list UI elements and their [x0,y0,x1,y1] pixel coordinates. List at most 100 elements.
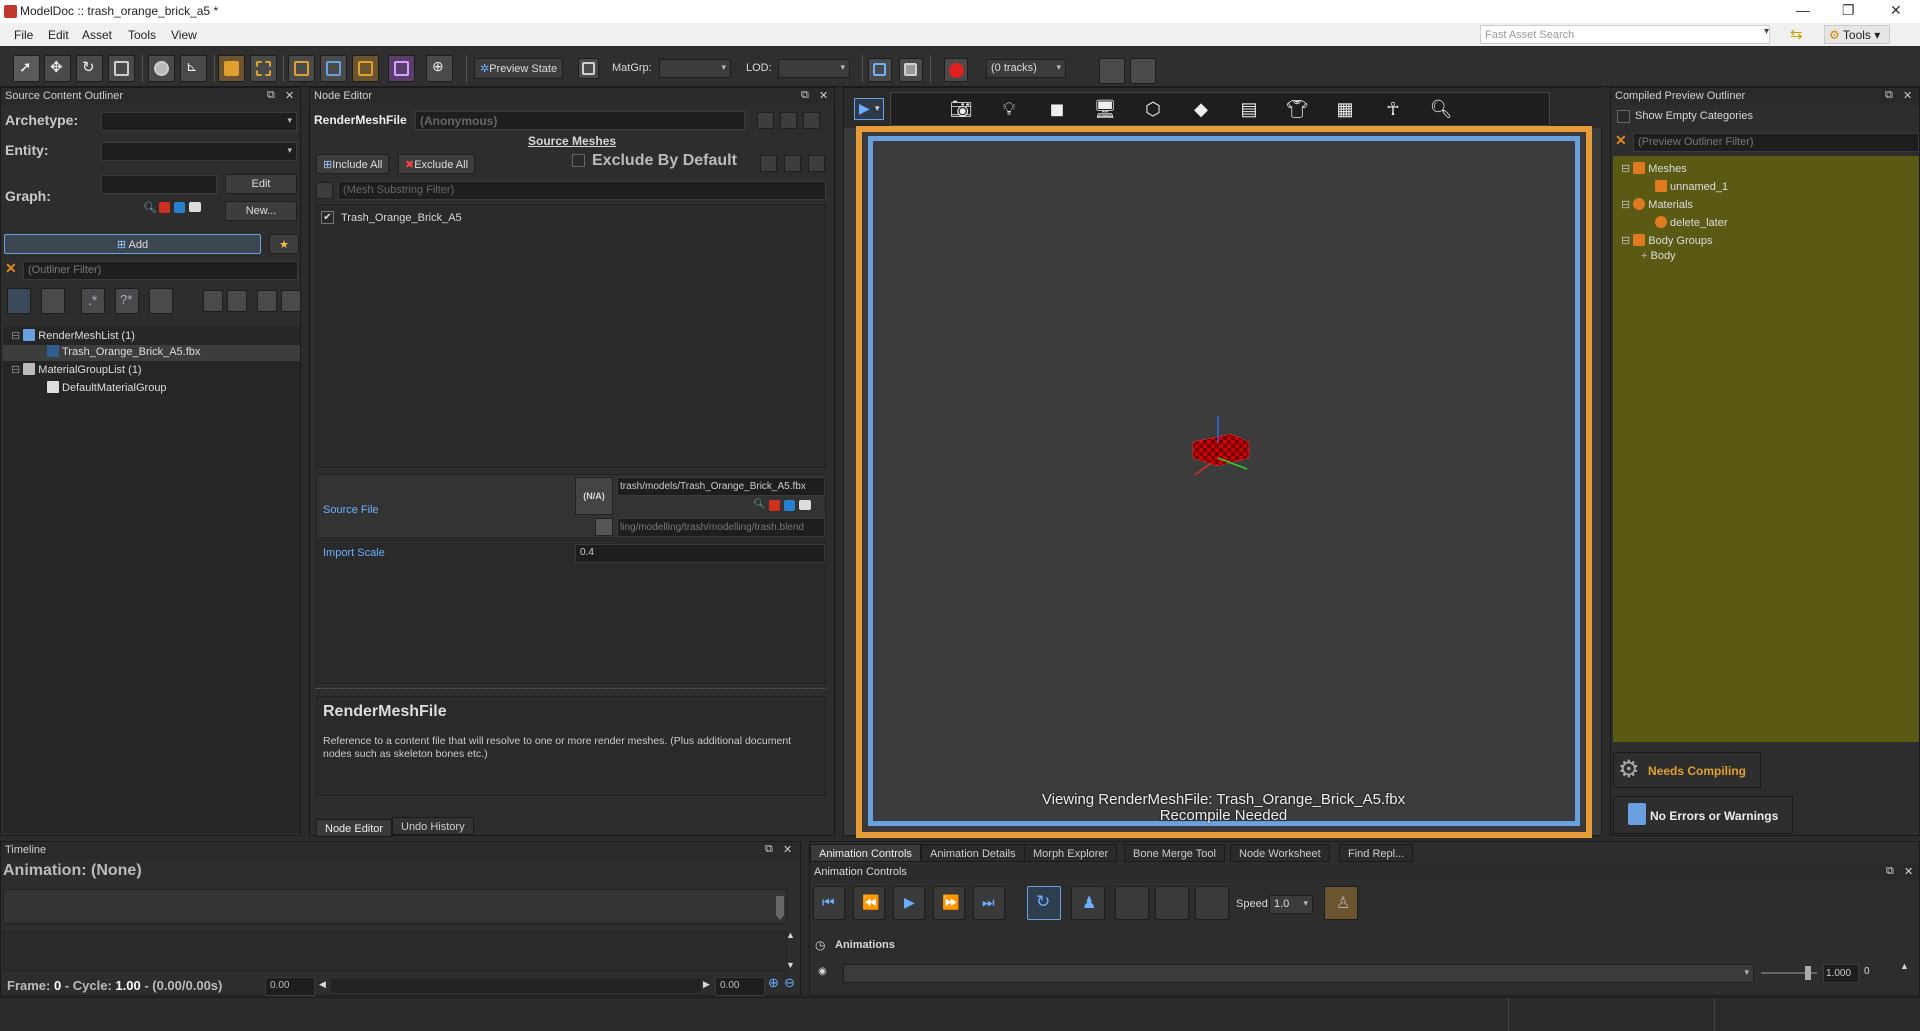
go-to-start-button[interactable]: ⏮ [813,886,845,920]
pose-button-2[interactable] [1155,886,1189,920]
tree-item-materialgrouplist[interactable]: ⊟ MaterialGroupList (1) [11,363,142,379]
refresh-icon[interactable] [808,155,825,172]
clear-filter-icon[interactable]: ✕ [5,260,17,277]
pivot-button[interactable]: ⊕ [426,55,453,82]
duplicate-icon[interactable] [803,112,820,129]
step-back-button[interactable]: ⏪ [853,886,885,920]
speed-select[interactable]: 1.0 ▾ [1269,895,1313,914]
close-icon[interactable]: ✕ [783,843,792,856]
search-icon[interactable]: 🔍︎ [753,499,766,511]
tab-node-worksheet[interactable]: Node Worksheet [1230,844,1330,862]
monitor-icon[interactable]: 🖥︎ [1092,96,1118,122]
scroll-left-icon[interactable]: ◀ [319,979,326,990]
swap-icon[interactable]: ⇆ [1790,25,1803,43]
root-motion-button[interactable]: ♟ [1071,886,1105,920]
tree-item-meshes[interactable]: ⊟ Meshes [1621,162,1687,178]
document-icon[interactable]: ▤ [1236,96,1262,122]
chevron-down-icon[interactable]: ▾ [1764,26,1769,37]
move-tool-button[interactable]: ✥ [44,55,71,82]
list-view-icon[interactable] [780,112,797,129]
needs-compiling-button[interactable]: ⚙ Needs Compiling [1613,752,1761,788]
close-icon[interactable]: ✕ [1890,2,1902,19]
pose-mode-button[interactable]: ♙ [1324,886,1358,920]
tab-undo-history[interactable]: Undo History [392,817,474,835]
weight-input[interactable]: 1.000 [1823,964,1859,983]
source-file-path[interactable]: trash/models/Trash_Orange_Brick_A5.fbx [617,477,825,496]
restore-icon[interactable]: ❐ [1842,2,1855,19]
end-time-input[interactable]: 0.00 [715,977,765,996]
tree-item-rendermeshlist[interactable]: ⊟ RenderMeshList (1) [11,329,135,345]
animation-select[interactable]: ▾ [843,964,1754,983]
mesh-substring-filter-input[interactable]: (Mesh Substring Filter) [338,181,826,200]
include-all-button[interactable]: ⊞Include All [316,154,390,174]
wildcard-button[interactable]: .* [81,288,105,314]
splitter-handle[interactable] [316,688,826,692]
menu-tools[interactable]: Tools [128,28,156,42]
exclude-all-button[interactable]: ✖Exclude All [398,154,476,174]
float-icon[interactable]: ⧉ [1885,89,1893,102]
minimize-icon[interactable]: — [1796,2,1810,18]
camera-icon[interactable]: 📷︎ [948,96,974,122]
float-icon[interactable]: ⧉ [267,89,275,102]
tree-item-unnamed-1[interactable]: unnamed_1 [1655,180,1728,196]
errors-warnings-button[interactable]: No Errors or Warnings [1613,796,1793,834]
tab-animation-controls[interactable]: Animation Controls [810,844,921,862]
list-button[interactable] [149,288,173,314]
scroll-right-icon[interactable]: ▶ [703,979,710,990]
light-icon[interactable]: 💡︎ [996,96,1022,122]
lod-select[interactable]: ▾ [778,59,850,78]
close-icon[interactable]: ✕ [1903,89,1912,102]
favorite-button[interactable]: ★ [269,234,299,254]
close-icon[interactable]: ✕ [285,89,294,102]
outliner-filter-input[interactable]: (Outliner Filter) [23,261,298,280]
play-button[interactable]: ▶ [893,886,925,920]
float-icon[interactable]: ⧉ [765,843,773,856]
grid-eye-icon[interactable]: ▦ [1332,96,1358,122]
scroll-down-icon[interactable]: ▼ [786,960,795,970]
tree-item-delete-later[interactable]: delete_later [1655,216,1728,232]
tree-item-body-groups[interactable]: ⊟ Body Groups [1621,234,1712,250]
grid-toggle-button[interactable] [288,55,315,82]
menu-file[interactable]: File [14,28,33,42]
preview-outliner-filter-input[interactable]: (Preview Outliner Filter) [1633,133,1919,152]
toolbar-empty-button-1[interactable] [1099,58,1125,84]
start-time-input[interactable]: 0.00 [265,977,315,996]
tree-item-defaultmaterialgroup[interactable]: DefaultMaterialGroup [47,381,167,397]
graph-field[interactable] [101,175,217,194]
timeline-track[interactable] [3,889,787,924]
zoom-out-icon[interactable]: ⊖ [784,975,795,991]
tab-find-replace[interactable]: Find Repl... [1339,844,1414,862]
zoom-icon[interactable]: 🔍︎ [1428,96,1454,122]
material-group-button[interactable] [578,58,599,79]
tab-bone-merge-tool[interactable]: Bone Merge Tool [1124,844,1225,862]
step-forward-button[interactable]: ⏩ [933,886,965,920]
tab-node-editor[interactable]: Node Editor [316,819,393,837]
entity-select[interactable]: ▾ [101,142,297,161]
menu-asset[interactable]: Asset [82,28,112,42]
scroll-up-icon[interactable]: ▲ [786,930,795,940]
snap-button[interactable] [250,55,277,82]
filter-arrow-icon[interactable] [316,182,333,199]
add-button[interactable]: ⊞ Add [4,234,261,254]
exclude-by-default-checkbox[interactable] [572,154,585,167]
columns-button[interactable] [227,290,247,312]
playhead-marker[interactable] [776,896,784,920]
radio-icon[interactable]: ◉ [818,966,827,977]
new-file-icon[interactable] [757,112,774,129]
folder-icon[interactable] [189,202,201,212]
hierarchy-button[interactable] [7,288,31,314]
timeline-keys-area[interactable] [3,931,787,971]
cube-icon[interactable]: ⬡ [1140,96,1166,122]
open-icon[interactable] [784,500,795,511]
tree-button[interactable] [41,288,65,314]
object-mode-button[interactable] [148,55,175,82]
shirt-icon[interactable]: 👕︎ [1284,96,1310,122]
tracks-select[interactable]: (0 tracks) ▾ [986,59,1066,78]
mesh-checkbox[interactable]: ✔ [321,211,334,224]
collapse-all-button[interactable] [257,290,277,312]
close-icon[interactable]: ✕ [1904,865,1913,878]
clear-filter-icon[interactable]: ✕ [1615,132,1627,149]
go-to-end-button[interactable]: ⏭ [973,886,1005,920]
weight-slider-handle[interactable] [1805,966,1811,980]
box-icon[interactable]: ◼ [1044,96,1070,122]
